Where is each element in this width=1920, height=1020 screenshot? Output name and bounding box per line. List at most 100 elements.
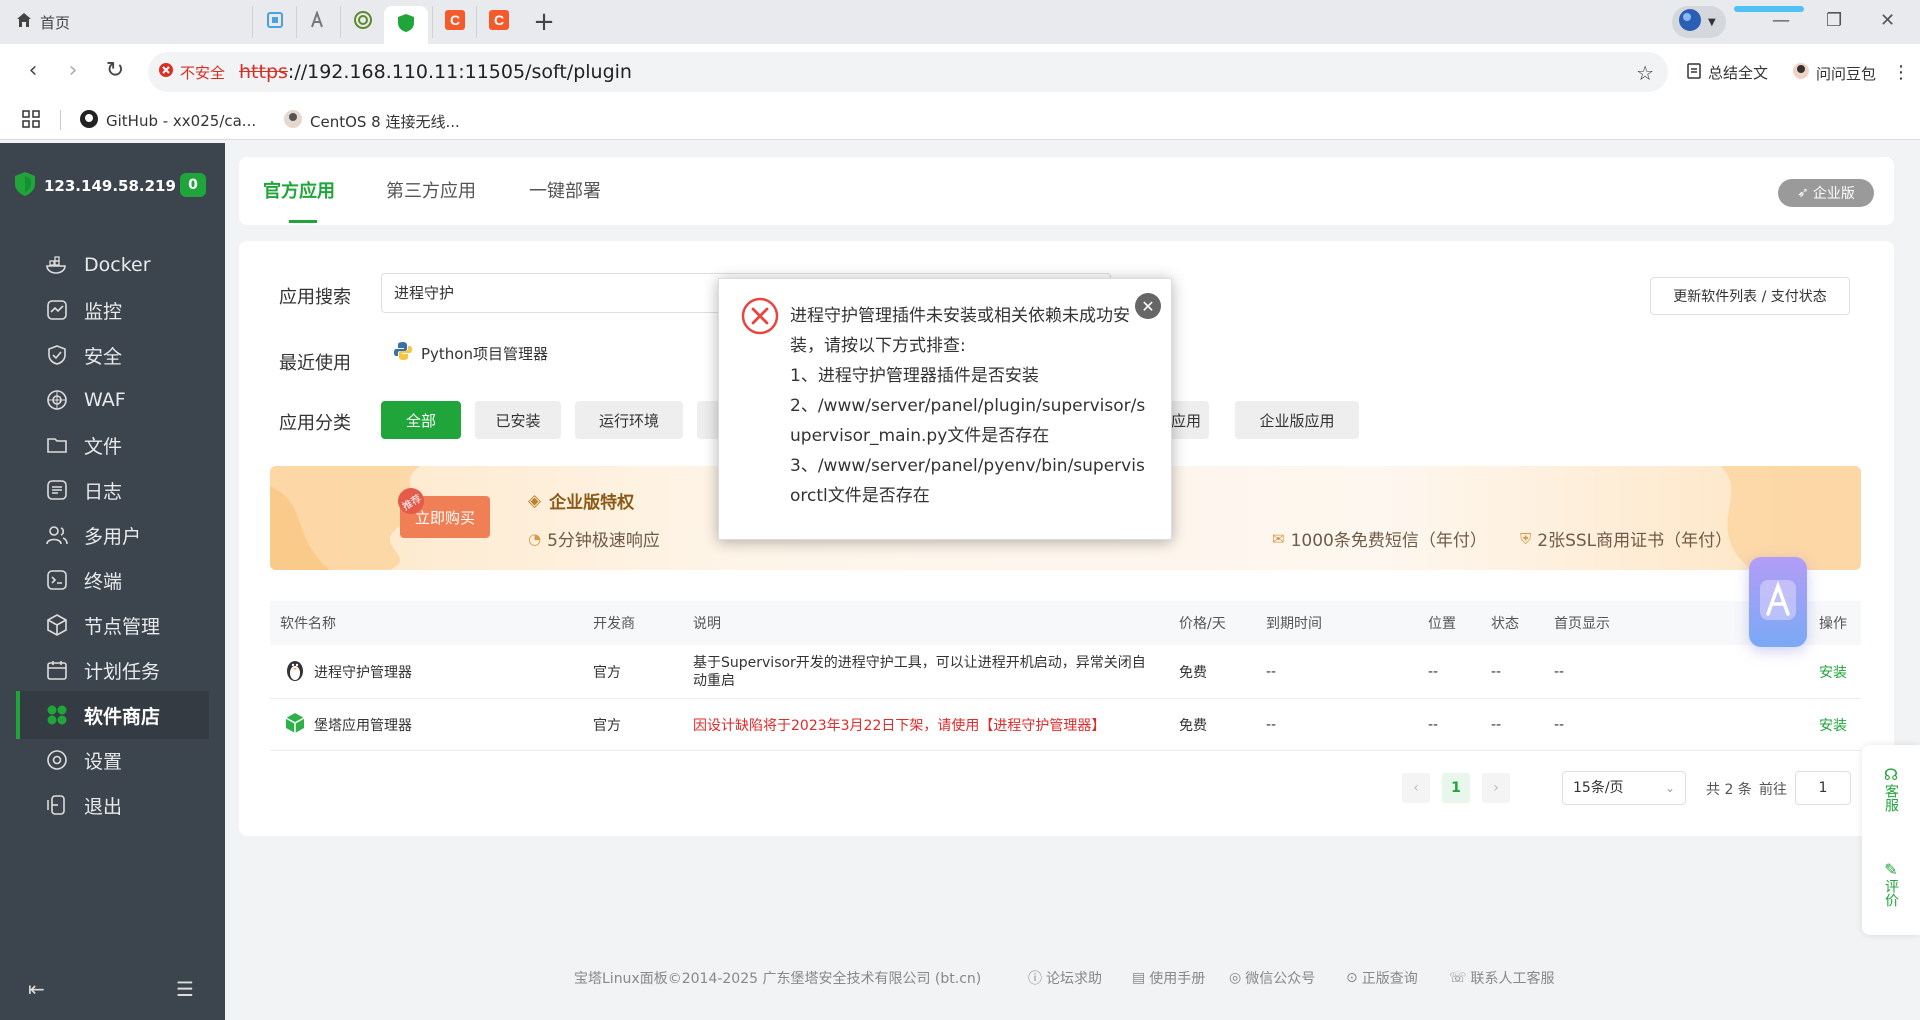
browser-tab-bar: 首页 C C + ▼ — ❐ ✕ xyxy=(0,0,1920,44)
back-button[interactable]: ‹ xyxy=(18,58,48,83)
summary-button[interactable]: 总结全文 xyxy=(1686,62,1768,83)
error-x-icon xyxy=(741,297,779,335)
recent-item-python[interactable]: Python项目管理器 xyxy=(393,341,548,365)
sidebar-list-button[interactable]: ☰ xyxy=(176,977,194,1001)
tab-app-3[interactable] xyxy=(340,6,384,38)
sidebar-item-files[interactable]: 文件 xyxy=(16,421,209,469)
bookmark-star-icon[interactable]: ☆ xyxy=(1636,61,1654,85)
page-number-current[interactable]: 1 xyxy=(1442,773,1470,803)
sidebar-item-cron[interactable]: 计划任务 xyxy=(16,646,209,694)
sidebar-item-monitor[interactable]: 监控 xyxy=(16,286,209,334)
maximize-button[interactable]: ❐ xyxy=(1826,10,1842,31)
next-page-button[interactable]: › xyxy=(1482,773,1510,803)
footer-link-label: 论坛求助 xyxy=(1046,971,1102,987)
terminal-icon xyxy=(46,569,68,591)
description-cell: 因设计缺陷将于2023年3月22日下架，请使用【进程守护管理器】 xyxy=(693,717,1106,734)
url-text: ://192.168.110.11:11505/soft/plugin xyxy=(287,61,632,83)
tab-official-apps[interactable]: 官方应用 xyxy=(263,177,335,203)
tab-csdn-2[interactable]: C xyxy=(476,6,520,38)
goto-page-input[interactable]: 1 xyxy=(1795,771,1851,805)
sidebar-item-label: 文件 xyxy=(84,435,123,458)
header-description: 说明 xyxy=(693,616,721,632)
book-icon: ▤ xyxy=(1132,970,1146,986)
tab-third-party-apps[interactable]: 第三方应用 xyxy=(386,177,476,203)
footer-link-label: 联系人工客服 xyxy=(1470,971,1555,987)
node-cube-icon xyxy=(46,614,68,636)
tab-one-click-deploy[interactable]: 一键部署 xyxy=(529,177,601,203)
insecure-label: 不安全 xyxy=(180,63,226,82)
collapse-sidebar-button[interactable]: ⇤ xyxy=(28,977,45,1001)
customer-service-button[interactable]: ☊ 客服 xyxy=(1862,765,1920,812)
footer-support-link[interactable]: ☏ 联系人工客服 xyxy=(1449,968,1555,988)
minimize-button[interactable]: — xyxy=(1772,10,1790,31)
main-content: 官方应用 第三方应用 一键部署 ➶ 企业版 应用搜索 进程守护 更新软件列表 /… xyxy=(225,143,1920,1020)
close-icon: ✕ xyxy=(1880,10,1896,31)
sidebar-item-label: 安全 xyxy=(84,345,123,368)
close-window-button[interactable]: ✕ xyxy=(1880,10,1895,31)
header-expire: 到期时间 xyxy=(1266,616,1322,632)
arrow-right-icon: › xyxy=(68,58,78,83)
bookmark-label: CentOS 8 连接无线... xyxy=(310,112,460,131)
diamond-icon: ◈ xyxy=(528,490,542,511)
page-size-select[interactable]: 15条/页 ⌄ xyxy=(1562,771,1686,805)
insecure-indicator[interactable]: 不安全 xyxy=(158,62,225,83)
sidebar-item-nodes[interactable]: 节点管理 xyxy=(16,601,209,649)
review-button[interactable]: ✎ 评价 xyxy=(1862,860,1920,907)
install-link[interactable]: 安装 xyxy=(1819,699,1847,750)
footer-license-link[interactable]: ⊙ 正版查询 xyxy=(1346,968,1418,988)
sidebar-item-waf[interactable]: WAF xyxy=(16,376,209,424)
new-tab-button[interactable]: + xyxy=(528,6,560,38)
price-cell: 免费 xyxy=(1179,664,1207,681)
cube-app-icon xyxy=(284,712,306,738)
forward-button[interactable]: › xyxy=(58,58,88,83)
category-enterprise[interactable]: 企业版应用 xyxy=(1235,401,1359,439)
assistant-button[interactable]: 问问豆包 xyxy=(1792,62,1876,84)
sidebar-item-logout[interactable]: 退出 xyxy=(16,781,209,829)
logout-icon xyxy=(46,794,68,816)
sidebar-item-users[interactable]: 多用户 xyxy=(16,511,209,559)
profile-switcher[interactable]: ▼ xyxy=(1672,6,1726,38)
install-link[interactable]: 安装 xyxy=(1819,645,1847,698)
dialog-message-line: 2、/www/server/panel/plugin/supervisor/su… xyxy=(790,396,1146,446)
sidebar-item-app-store[interactable]: 软件商店 xyxy=(16,691,209,739)
waf-icon xyxy=(46,389,68,411)
category-installed[interactable]: 已安装 xyxy=(475,401,561,439)
footer-manual-link[interactable]: ▤ 使用手册 xyxy=(1132,968,1205,988)
bookmark-centos[interactable]: CentOS 8 连接无线... xyxy=(284,110,460,132)
prev-page-button[interactable]: ‹ xyxy=(1402,773,1430,803)
update-software-list-button[interactable]: 更新软件列表 / 支付状态 xyxy=(1650,277,1850,315)
server-info[interactable]: 123.149.58.219 xyxy=(14,171,176,201)
clock-icon: ◔ xyxy=(528,529,542,548)
dialog-message-line: 1、进程守护管理器插件是否安装 xyxy=(790,366,1039,386)
sidebar-item-security[interactable]: 安全 xyxy=(16,331,209,379)
sidebar-item-settings[interactable]: 设置 xyxy=(16,736,209,784)
sidebar-item-docker[interactable]: Docker xyxy=(16,241,209,289)
bookmark-github[interactable]: GitHub - xx025/ca... xyxy=(80,110,256,132)
tab-baota-active[interactable] xyxy=(384,6,428,44)
footer-wechat-link[interactable]: ◎ 微信公众号 xyxy=(1229,968,1315,988)
apps-grid-button[interactable] xyxy=(22,110,40,132)
reload-button[interactable]: ↻ xyxy=(100,58,130,83)
sidebar-item-terminal[interactable]: 终端 xyxy=(16,556,209,604)
floating-assistant-button[interactable] xyxy=(1749,557,1807,647)
reload-icon: ↻ xyxy=(105,58,125,83)
software-name-cell[interactable]: 进程守护管理器 xyxy=(284,645,412,698)
maximize-icon: ❐ xyxy=(1826,10,1843,31)
footer-forum-link[interactable]: ⓘ 论坛求助 xyxy=(1028,968,1102,988)
tab-csdn-1[interactable]: C xyxy=(432,6,476,38)
log-icon xyxy=(46,479,68,501)
sidebar-item-logs[interactable]: 日志 xyxy=(16,466,209,514)
tab-home[interactable]: 首页 xyxy=(8,6,248,38)
sidebar-item-label: 终端 xyxy=(84,570,123,593)
url-bar[interactable]: 不安全 https ://192.168.110.11:11505/soft/p… xyxy=(148,52,1668,92)
browser-menu-button[interactable]: ⋮ xyxy=(1892,62,1910,83)
tab-app-1[interactable] xyxy=(252,6,296,38)
sidebar-item-label: 设置 xyxy=(84,750,123,773)
chevron-down-icon: ⌄ xyxy=(1664,781,1675,795)
software-name-cell[interactable]: 堡塔应用管理器 xyxy=(284,699,412,750)
software-table: 软件名称 开发商 说明 价格/天 到期时间 位置 状态 首页显示 操作 进程守护… xyxy=(270,601,1861,751)
category-all[interactable]: 全部 xyxy=(381,401,461,439)
enterprise-badge-button[interactable]: ➶ 企业版 xyxy=(1778,179,1874,207)
tab-app-2[interactable] xyxy=(296,6,340,38)
category-runtime[interactable]: 运行环境 xyxy=(575,401,683,439)
